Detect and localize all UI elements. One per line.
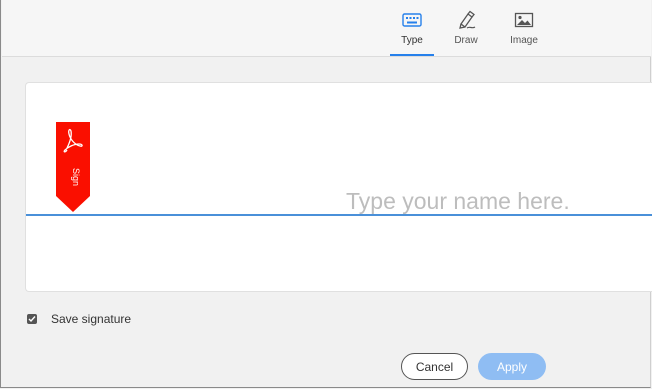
apply-button[interactable]: Apply <box>478 353 546 380</box>
tab-image-label: Image <box>510 35 538 46</box>
tab-image[interactable]: Image <box>502 10 546 56</box>
tab-draw-label: Draw <box>454 35 478 46</box>
checkmark-icon <box>28 316 36 323</box>
cancel-button[interactable]: Cancel <box>401 353 468 380</box>
sign-badge-text: Sign <box>71 168 81 186</box>
signature-name-input[interactable] <box>346 187 646 215</box>
signature-area: Sign <box>25 82 652 292</box>
tab-type[interactable]: Type <box>390 10 434 56</box>
image-icon <box>514 10 534 30</box>
signature-dialog: Type Draw Image Sign Type your name here… <box>0 0 652 388</box>
save-signature-row: Save signature <box>27 312 131 326</box>
tab-draw[interactable]: Draw <box>444 10 488 56</box>
tab-type-label: Type <box>401 35 423 46</box>
pen-icon <box>455 10 477 30</box>
signature-mode-tabs: Type Draw Image <box>2 0 651 57</box>
keyboard-icon <box>402 10 422 30</box>
sign-here-badge: Sign <box>56 122 90 219</box>
save-signature-checkbox[interactable] <box>27 314 37 324</box>
save-signature-label: Save signature <box>51 312 132 326</box>
